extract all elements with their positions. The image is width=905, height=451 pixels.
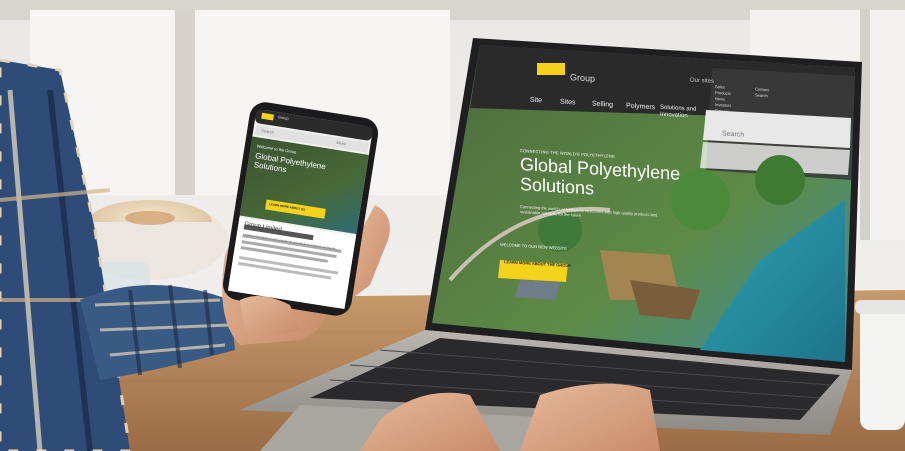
phone-top-label: Group — [277, 114, 290, 121]
phone-hero-title: Global Polyethylene Solutions — [253, 151, 327, 175]
laptop-sidebar-small-item[interactable]: Contact — [755, 86, 769, 92]
phone-search-placeholder[interactable]: Search — [261, 128, 274, 135]
laptop-top-right-link[interactable]: Our sites — [690, 77, 714, 84]
laptop-sidebar-small-item[interactable]: Search — [755, 92, 768, 98]
laptop-welcome-label: WELCOME TO OUR NEW WEBSITE — [500, 241, 567, 251]
laptop-nav-item[interactable]: Site — [530, 97, 542, 105]
laptop-brand-word: Group — [570, 72, 596, 84]
laptop-sidebar-item[interactable]: Investors — [715, 102, 731, 108]
phone-cta-button[interactable]: LEARN MORE ABOUT US — [269, 202, 306, 212]
laptop-nav-item[interactable]: Polymers — [626, 103, 655, 112]
photo-scene: Group Our sites Site Sites Selling Polym… — [0, 0, 905, 451]
laptop-sidebar-item[interactable]: Careers — [715, 108, 729, 114]
laptop-hero-title-line2: Solutions — [520, 174, 595, 199]
phone-menu-label[interactable]: Menu — [336, 140, 347, 147]
phone-section-body: Leading manufacturer and supplier of pol… — [242, 232, 337, 252]
laptop-sidebar-item[interactable]: Products — [715, 90, 731, 96]
laptop-nav-item[interactable]: Sites — [560, 99, 576, 107]
laptop-nav-item[interactable]: Selling — [592, 100, 613, 108]
phone-section-title: Group Limited — [243, 221, 283, 234]
laptop-sidebar-item[interactable]: Sales — [715, 84, 725, 90]
laptop-search-label[interactable]: Search — [722, 130, 744, 138]
laptop-hero-body: Connecting the world's polyethylene cust… — [520, 204, 658, 218]
laptop-nav: Site Sites Selling Polymers Solutions an… — [530, 97, 730, 129]
laptop-sidebar-item[interactable]: News — [715, 96, 725, 102]
laptop-cta-button[interactable]: LEARN MORE ABOUT THE GROUP — [504, 259, 571, 268]
laptop-sidebar: Sales Products News Investors Careers Co… — [715, 84, 815, 130]
laptop-nav-item[interactable]: Solutions and Innovation — [660, 105, 720, 123]
laptop-website: Group Our sites Site Sites Selling Polym… — [470, 45, 860, 369]
